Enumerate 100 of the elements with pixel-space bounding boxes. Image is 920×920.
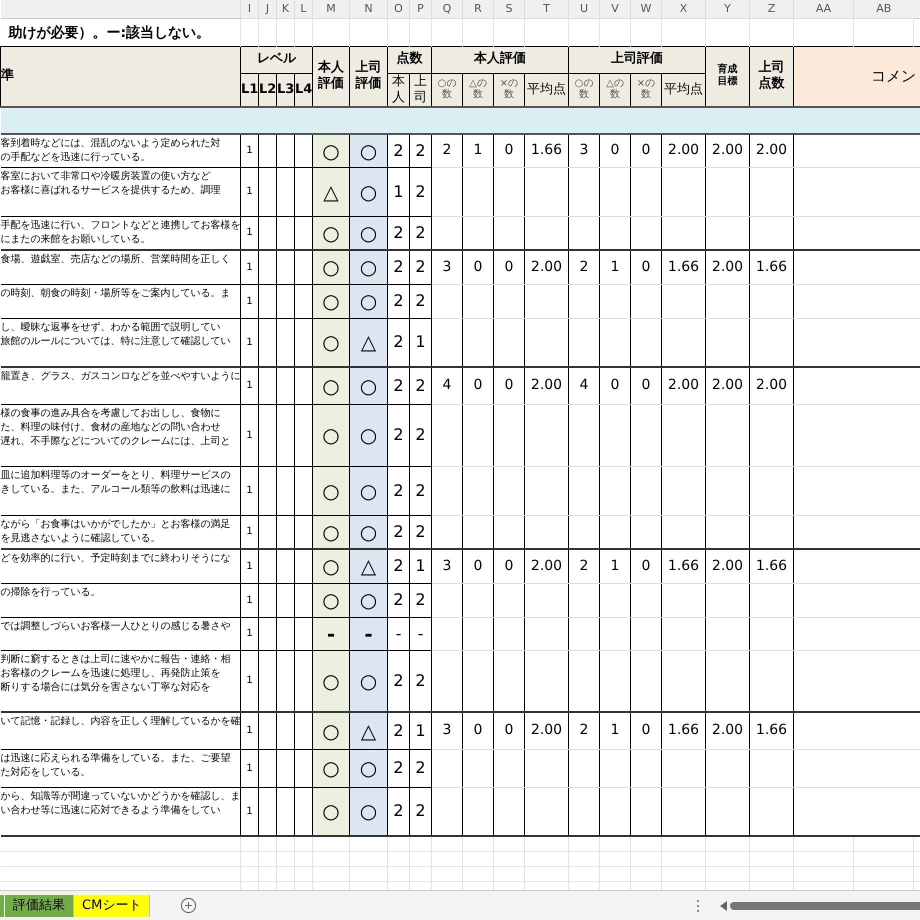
self-evaluation-cell: ○ — [312, 284, 350, 318]
criteria-cell: 判断に窮するときは上司に速やかに報告・連絡・相 お客様のクレームを迅速に処理し、再発防止策を 断りする場合には気分を害さない丁寧な対応を — [0, 650, 240, 712]
boss-evaluation-cell: △ — [350, 318, 388, 367]
self-evaluation-cell: ○ — [312, 787, 350, 836]
column-header[interactable]: T — [524, 0, 568, 18]
summary-cell: 1.66 — [750, 712, 794, 749]
column-header[interactable]: J — [258, 0, 276, 18]
self-evaluation-cell: △ — [312, 167, 350, 216]
summary-cell: 2.00 — [706, 549, 750, 583]
summary-cell: 0 — [494, 367, 524, 404]
self-evaluation-cell: ○ — [312, 367, 350, 404]
summary-cell: 2.00 — [750, 134, 794, 167]
column-header[interactable]: AB — [854, 0, 914, 18]
summary-cell: 4 — [432, 367, 462, 404]
boss-evaluation-cell: ○ — [350, 250, 388, 284]
boss-evaluation-cell: ○ — [350, 583, 388, 617]
self-evaluation-cell: ○ — [312, 712, 350, 749]
score-cell: 2 — [388, 134, 410, 167]
sheet-tab[interactable]: CMシート — [74, 894, 150, 916]
score-cell: 2 — [388, 549, 410, 583]
add-sheet-icon[interactable] — [180, 897, 198, 914]
column-header[interactable]: W — [630, 0, 662, 18]
summary-cell: 3 — [568, 134, 600, 167]
summary-cell: 0 — [462, 367, 494, 404]
criteria-cell: 手配を迅速に行い、フロントなどと連携してお客様を にまたの来館をお願いしている。 — [0, 216, 240, 250]
boss-evaluation-cell: ○ — [350, 749, 388, 787]
column-header[interactable]: Q — [432, 0, 462, 18]
boss-evaluation-cell: ○ — [350, 216, 388, 250]
score-cell: 2 — [410, 216, 432, 250]
summary-cell: 2.00 — [706, 250, 750, 284]
summary-cell: 1.66 — [750, 549, 794, 583]
column-header[interactable]: Y — [706, 0, 750, 18]
column-header[interactable]: AA — [794, 0, 854, 18]
summary-cell: 2 — [568, 549, 600, 583]
criteria-cell: では調整しづらいお客様一人ひとりの感じる暑さや — [0, 617, 240, 650]
column-header[interactable]: S — [494, 0, 524, 18]
score-cell: 2 — [388, 250, 410, 284]
header-cell: 上司 評価 — [350, 46, 388, 107]
level-cell: 1 — [240, 367, 258, 404]
boss-evaluation-cell: ○ — [350, 134, 388, 167]
column-header[interactable]: V — [600, 0, 630, 18]
header-cell: △の数 — [605, 78, 625, 100]
column-header[interactable]: R — [462, 0, 494, 18]
summary-cell: 0 — [630, 549, 662, 583]
level-cell: 1 — [240, 787, 258, 836]
column-header[interactable]: N — [350, 0, 388, 18]
column-header[interactable]: I — [240, 0, 258, 18]
level-cell: 1 — [240, 134, 258, 167]
boss-evaluation-cell: △ — [350, 549, 388, 583]
column-header[interactable]: M — [312, 0, 350, 18]
summary-cell: 2.00 — [662, 134, 706, 167]
level-cell: 1 — [240, 583, 258, 617]
header-cell: 上司 点数 — [750, 46, 794, 107]
criteria-cell: の掃除を行っている。 — [0, 583, 240, 617]
summary-cell: 2.00 — [524, 549, 568, 583]
criteria-cell: 食場、遊戯室、売店などの場所、営業時間を正しく — [0, 250, 240, 284]
header-cell: ×の数 — [499, 78, 519, 100]
sheet-title: 助けが必要）。ー:該当しない。 — [7, 25, 210, 41]
column-header[interactable]: X — [662, 0, 706, 18]
boss-evaluation-cell: ○ — [350, 787, 388, 836]
score-cell: 1 — [388, 167, 410, 216]
more-options-icon[interactable] — [697, 900, 700, 912]
score-cell: 1 — [410, 712, 432, 749]
boss-evaluation-cell: ○ — [350, 404, 388, 466]
column-header[interactable]: O — [388, 0, 410, 18]
scroll-left-icon[interactable] — [720, 900, 728, 910]
score-cell: 2 — [388, 466, 410, 515]
summary-cell: 2 — [432, 134, 462, 167]
score-cell: 2 — [388, 216, 410, 250]
column-header[interactable]: U — [568, 0, 600, 18]
horizontal-scrollbar[interactable] — [730, 902, 920, 910]
criteria-cell: どを効率的に行い、予定時刻までに終わりそうにな — [0, 549, 240, 583]
summary-cell: 0 — [600, 367, 630, 404]
header-cell: ○の数 — [437, 78, 457, 100]
self-evaluation-cell: ○ — [312, 134, 350, 167]
sheet-tab[interactable]: 評価結果 — [5, 894, 74, 916]
self-evaluation-cell: ○ — [312, 749, 350, 787]
self-evaluation-cell: ○ — [312, 466, 350, 515]
self-evaluation-cell: ○ — [312, 216, 350, 250]
summary-cell: 3 — [432, 712, 462, 749]
criteria-cell: の時刻、朝食の時刻・場所等をご案内している。ま — [0, 284, 240, 318]
summary-cell: 2 — [568, 712, 600, 749]
header-cell: 準 — [0, 46, 240, 107]
self-evaluation-cell: ○ — [312, 404, 350, 466]
score-cell: 2 — [410, 515, 432, 549]
level-cell: 1 — [240, 515, 258, 549]
column-header[interactable]: P — [410, 0, 432, 18]
level-cell: 1 — [240, 167, 258, 216]
self-evaluation-cell: ○ — [312, 515, 350, 549]
column-header[interactable]: K — [276, 0, 294, 18]
column-header[interactable]: Z — [750, 0, 794, 18]
boss-evaluation-cell: - — [350, 617, 388, 650]
level-cell: 1 — [240, 216, 258, 250]
summary-cell: 2.00 — [706, 367, 750, 404]
criteria-cell: 客到着時などには、混乱のないよう定められた対 の手配などを迅速に行っている。 — [0, 134, 240, 167]
score-cell: 2 — [388, 284, 410, 318]
column-header[interactable]: L — [294, 0, 312, 18]
summary-cell: 2.00 — [750, 367, 794, 404]
summary-cell: 0 — [494, 549, 524, 583]
level-cell: 1 — [240, 404, 258, 466]
